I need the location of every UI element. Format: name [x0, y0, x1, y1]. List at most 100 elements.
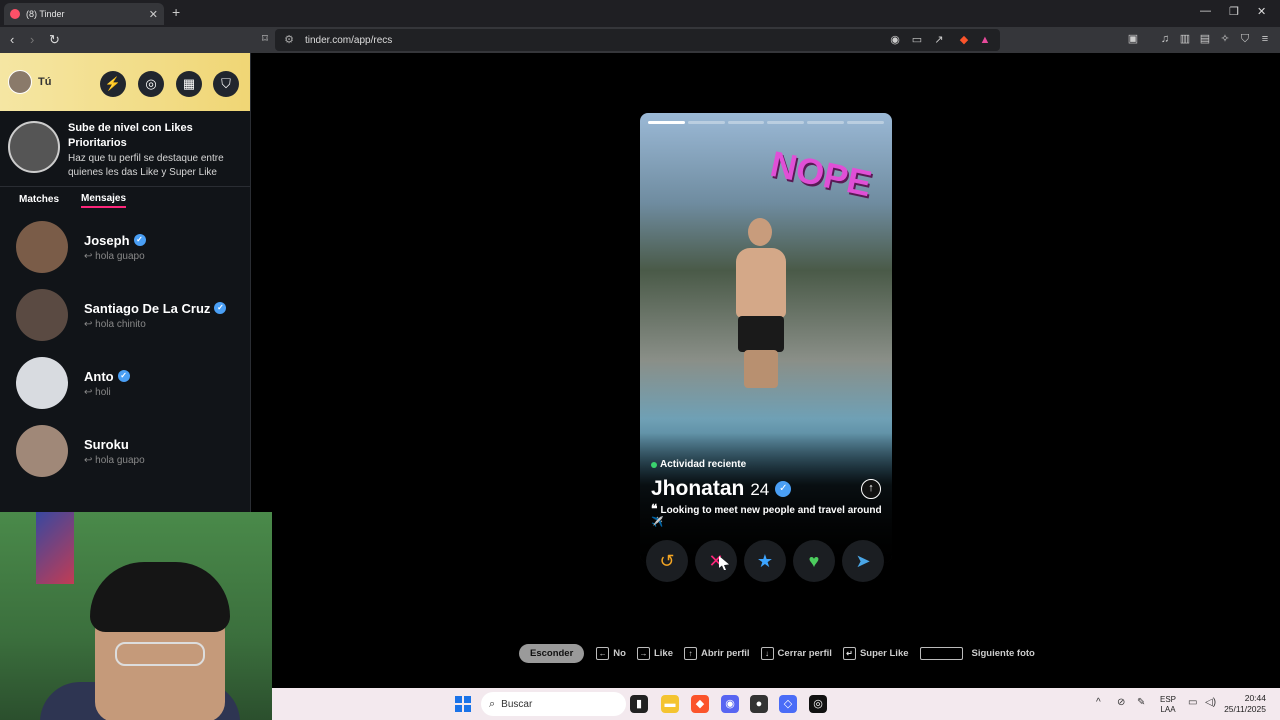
like-button[interactable]: ♥: [793, 540, 835, 582]
hint-label: Siguiente foto: [971, 647, 1035, 659]
verified-icon: ✓: [117, 370, 130, 382]
photo-progress-bar[interactable]: [727, 121, 765, 124]
quote-icon: ❝: [651, 502, 658, 516]
minimize-button[interactable]: —: [1200, 5, 1211, 17]
close-tab-icon[interactable]: ✕: [149, 8, 158, 21]
back-icon[interactable]: ‹: [10, 32, 14, 47]
sidebar-toggle-icon[interactable]: ▣: [1127, 33, 1139, 45]
message-name: Santiago De La Cruz: [84, 300, 211, 316]
new-tab-button[interactable]: +: [172, 4, 180, 20]
photo-progress-bar[interactable]: [807, 121, 845, 124]
obs-icon[interactable]: ●: [750, 695, 768, 713]
discord-icon[interactable]: ◉: [721, 695, 739, 713]
cast-icon[interactable]: ▭: [911, 34, 923, 46]
message-row[interactable]: Santiago De La Cruz ✓ ↩ hola chinito: [0, 281, 250, 349]
send-icon: ➤: [855, 551, 871, 571]
avatar: [16, 425, 68, 477]
vpn-icon[interactable]: ⛉: [1239, 33, 1251, 45]
explore-icon[interactable]: ◎: [138, 71, 164, 97]
photo-progress-bar[interactable]: [648, 121, 685, 124]
message-row[interactable]: Anto ✓ ↩ holi: [0, 349, 250, 417]
pen-icon[interactable]: ✎: [1137, 697, 1145, 708]
hint-label: Like: [653, 647, 673, 659]
message-preview: hola guapo: [95, 250, 145, 262]
super-like-button[interactable]: ★: [744, 540, 786, 582]
wallet-icon[interactable]: ▤: [1199, 33, 1211, 45]
hint-label: No: [613, 647, 626, 659]
forward-icon[interactable]: ›: [30, 32, 34, 47]
heart-icon: ♥: [808, 551, 820, 571]
sidebar-header: Tú ⚡ ◎ ▦ ⛉: [0, 53, 250, 111]
taskbar-search[interactable]: ⌕ Buscar: [481, 692, 626, 716]
date: 25/11/2025: [1224, 704, 1266, 714]
message-name: Suroku: [84, 436, 129, 452]
brave-browser-icon[interactable]: ◆: [691, 695, 709, 713]
reload-icon[interactable]: ↻: [49, 32, 60, 48]
avatar[interactable]: [8, 70, 32, 94]
task-view-icon[interactable]: ▮: [630, 695, 648, 713]
profile-card[interactable]: NOPE Actividad reciente Jhonatan 24 ✓ ↑ …: [640, 113, 892, 563]
language-indicator[interactable]: ESP LAA: [1160, 695, 1176, 715]
network-icon[interactable]: ⊘: [1117, 697, 1125, 708]
browser-tab[interactable]: (8) Tinder ✕: [4, 3, 164, 25]
url-field[interactable]: ⚙ tinder.com/app/recs ◉ ▭ ↗ ◆ ▲: [275, 29, 1000, 51]
time: 20:44: [1244, 693, 1266, 703]
close-window-button[interactable]: ✕: [1257, 5, 1266, 18]
tab-mensajes[interactable]: Mensajes: [81, 193, 127, 208]
message-row[interactable]: Joseph ✓ ↩ hola guapo: [0, 213, 250, 281]
enter-key-icon: ↵: [842, 646, 856, 660]
site-info-icon[interactable]: ⚙: [283, 34, 295, 46]
briefcase-icon[interactable]: ▦: [176, 71, 202, 97]
tinder-favicon-icon: [10, 9, 20, 19]
open-profile-button[interactable]: ↑: [861, 479, 881, 499]
brave-shield-icon[interactable]: ◆: [958, 34, 970, 46]
promo-avatar: [8, 121, 60, 173]
rewind-button[interactable]: ↺: [646, 540, 688, 582]
clock[interactable]: 20:44 25/11/2025: [1222, 693, 1266, 715]
file-explorer-icon[interactable]: ▬: [661, 695, 679, 713]
rewind-icon: ↺: [659, 551, 675, 571]
message-name: Joseph: [84, 232, 130, 248]
windows-start-icon[interactable]: [455, 696, 471, 712]
boost-icon[interactable]: ⚡: [100, 71, 126, 97]
boost-button[interactable]: ➤: [842, 540, 884, 582]
reader-icon[interactable]: ▥: [1179, 33, 1191, 45]
bookmark-icon[interactable]: ⌑: [259, 33, 271, 45]
app-icon[interactable]: ◇: [779, 695, 797, 713]
address-bar: ‹ › ↻ ⌑ ⚙ tinder.com/app/recs ◉ ▭ ↗ ◆ ▲ …: [0, 27, 1280, 53]
menu-icon[interactable]: ≡: [1259, 33, 1271, 45]
photo-progress-bar[interactable]: [767, 121, 805, 124]
streamer-glasses: [115, 642, 205, 666]
taskbar: ⌕ Buscar ▮ ▬ ◆ ◉ ● ◇ ◎ ^ ⊘ ✎ ESP LAA ▭ ◁…: [272, 688, 1280, 720]
tab-bar: (8) Tinder ✕ + — ❐ ✕: [0, 0, 1280, 27]
profile-age: 24: [750, 480, 770, 499]
brave-rewards-icon[interactable]: ▲: [979, 34, 991, 46]
hide-hints-button[interactable]: Esconder: [519, 643, 585, 663]
share-icon[interactable]: ↗: [933, 34, 945, 46]
display-icon[interactable]: ▭: [1188, 697, 1197, 708]
promo-banner[interactable]: Sube de nivel con Likes Prioritarios Haz…: [0, 111, 250, 187]
verified-icon: ✓: [214, 302, 227, 314]
message-row[interactable]: Suroku ↩ hola guapo: [0, 417, 250, 485]
nope-button[interactable]: ✕: [695, 540, 737, 582]
photo-progress-bar[interactable]: [687, 121, 725, 124]
show-hidden-icons-icon[interactable]: ^: [1096, 697, 1101, 708]
shield-icon[interactable]: ⛉: [213, 71, 239, 97]
tab-matches[interactable]: Matches: [19, 194, 59, 207]
poster: [36, 512, 74, 584]
media-icon[interactable]: ♫: [1159, 33, 1171, 45]
search-placeholder: Buscar: [501, 698, 533, 710]
photo-progress-bar[interactable]: [847, 121, 884, 124]
leo-ai-icon[interactable]: ✧: [1219, 33, 1231, 45]
bio-text: Looking to meet new people and travel ar…: [651, 505, 882, 528]
star-icon: ★: [756, 551, 774, 571]
nope-stamp: NOPE: [766, 142, 876, 205]
verified-icon: ✓: [133, 234, 146, 246]
volume-icon[interactable]: ◁): [1205, 697, 1216, 708]
promo-description: Haz que tu perfil se destaque entre quie…: [68, 153, 224, 178]
user-label[interactable]: Tú: [38, 76, 51, 88]
maximize-button[interactable]: ❐: [1229, 5, 1239, 18]
sidebar-tabs: Matches Mensajes: [0, 187, 250, 213]
app-icon[interactable]: ◎: [809, 695, 827, 713]
location-icon[interactable]: ◉: [889, 34, 901, 46]
